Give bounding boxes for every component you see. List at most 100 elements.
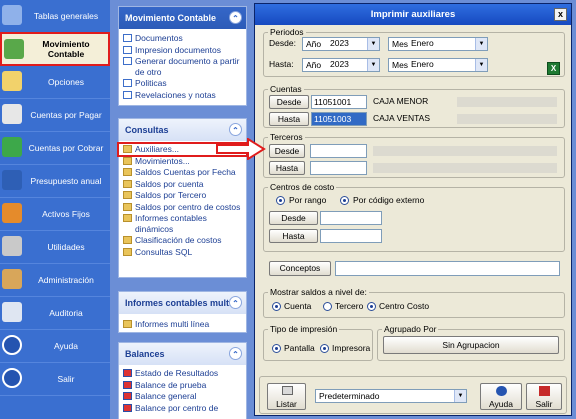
receivables-icon (2, 137, 22, 157)
collapse-icon[interactable]: ⌃ (229, 347, 242, 360)
sin-agrupacion-button[interactable]: Sin Agrupacion (383, 336, 559, 354)
movimiento-contable-box: Movimiento Contable ⌃ Documentos Impresi… (118, 6, 247, 106)
pantalla-radio[interactable] (272, 344, 281, 353)
terceros-desde-button[interactable]: Desde (269, 144, 305, 158)
exit-icon (2, 368, 22, 388)
terceros-hasta-button[interactable]: Hasta (269, 161, 305, 175)
link-clasificacion-costos[interactable]: Clasificación de costos (119, 235, 246, 246)
impresora-radio[interactable] (320, 344, 329, 353)
exit-icon (539, 386, 550, 396)
nav-item-cuentas-por-pagar[interactable]: Cuentas por Pagar (0, 99, 110, 132)
chevron-down-icon[interactable]: ▼ (367, 38, 379, 50)
nav-item-auditoria[interactable]: Auditoria (0, 297, 110, 330)
predeterminado-select[interactable]: Predeterminado ▼ (315, 389, 467, 403)
excel-icon[interactable]: X (547, 62, 560, 75)
conceptos-button[interactable]: Conceptos (269, 261, 331, 276)
nav-item-cuentas-por-cobrar[interactable]: Cuentas por Cobrar (0, 132, 110, 165)
chevron-down-icon[interactable]: ▼ (475, 38, 487, 50)
desde-ano-value[interactable]: 2023 ▼ (327, 38, 379, 50)
nav-item-movimiento-contable[interactable]: Movimiento Contable (0, 32, 110, 66)
cuentas-hasta-button[interactable]: Hasta (269, 112, 309, 126)
informes-box: Informes contables multi... ⌃ Informes m… (118, 291, 247, 333)
centro-costo-radio[interactable] (367, 302, 376, 311)
link-balance-general[interactable]: Balance general (119, 391, 246, 402)
centros-hasta-button[interactable]: Hasta (269, 229, 318, 243)
chevron-down-icon[interactable]: ▼ (475, 59, 487, 71)
link-informes-multi-linea[interactable]: Informes multi línea (119, 319, 246, 330)
cuentas-desde-name: CAJA MENOR (373, 96, 429, 106)
ayuda-button[interactable]: Ayuda (480, 383, 522, 410)
cuentas-desde-button[interactable]: Desde (269, 95, 309, 109)
utilities-icon (2, 236, 22, 256)
salir-button[interactable]: Salir (526, 383, 562, 410)
chart-icon (123, 392, 132, 400)
listar-button[interactable]: Listar (267, 383, 306, 410)
link-revelaciones[interactable]: Revelaciones y notas (119, 90, 246, 101)
document-icon (123, 34, 132, 42)
terceros-desde-input[interactable] (310, 144, 367, 158)
centros-hasta-input[interactable] (320, 229, 382, 243)
nav-item-opciones[interactable]: Opciones (0, 66, 110, 99)
chevron-down-icon[interactable]: ▼ (454, 390, 466, 402)
terceros-hasta-input[interactable] (310, 161, 367, 175)
por-codigo-radio[interactable] (340, 196, 349, 205)
folder-icon (123, 179, 132, 188)
tercero-radio[interactable] (323, 302, 332, 311)
link-politicas[interactable]: Politicas (119, 78, 246, 89)
document-icon (123, 57, 132, 65)
nav-item-activos-fijos[interactable]: Activos Fijos (0, 198, 110, 231)
nav-item-presupuesto-anual[interactable]: Presupuesto anual (0, 165, 110, 198)
collapse-icon[interactable]: ⌃ (229, 296, 242, 309)
collapse-icon[interactable]: ⌃ (229, 11, 242, 24)
close-icon[interactable]: x (554, 8, 567, 21)
folder-icon (123, 156, 132, 165)
cuentas-hasta-name: CAJA VENTAS (373, 113, 430, 123)
link-saldos-cuentas-fecha[interactable]: Saldos Cuentas por Fecha (119, 167, 246, 178)
dialog-title: Imprimir auxiliares (370, 9, 456, 20)
cuentas-desde-input[interactable]: 11051001 (311, 95, 367, 109)
payables-icon (2, 104, 22, 124)
nav-item-tablas-generales[interactable]: Tablas generales (0, 0, 110, 33)
centros-desde-input[interactable] (320, 211, 382, 225)
folder-icon (123, 214, 132, 222)
nav-item-salir[interactable]: Salir (0, 363, 110, 396)
link-estado-resultados[interactable]: Estado de Resultados (119, 368, 246, 379)
balances-header[interactable]: Balances ⌃ (119, 343, 246, 365)
link-balance-prueba[interactable]: Balance de prueba (119, 380, 246, 391)
link-documentos[interactable]: Documentos (119, 33, 246, 44)
link-saldos-centro-costos[interactable]: Saldos por centro de costos (119, 202, 246, 213)
cuenta-radio[interactable] (272, 302, 281, 311)
nav-item-utilidades[interactable]: Utilidades (0, 231, 110, 264)
nav-item-ayuda[interactable]: Ayuda (0, 330, 110, 363)
imprimir-auxiliares-dialog: Imprimir auxiliares x Periodos Desde: Añ… (254, 3, 572, 416)
link-saldos-por-tercero[interactable]: Saldos por Tercero (119, 190, 246, 201)
link-balance-centro[interactable]: Balance por centro de (119, 403, 246, 414)
link-informes-dinamicos[interactable]: Informes contables dinámicos (119, 213, 246, 234)
folder-icon (123, 145, 132, 153)
hasta-ano-value[interactable]: 2023 ▼ (327, 59, 379, 71)
chevron-down-icon[interactable]: ▼ (367, 59, 379, 71)
link-consultas-sql[interactable]: Consultas SQL (119, 247, 246, 258)
chart-icon (123, 403, 132, 412)
por-rango-radio[interactable] (276, 196, 285, 205)
options-icon (2, 71, 22, 91)
fixed-assets-icon (2, 203, 22, 223)
budget-icon (2, 170, 22, 190)
dialog-title-bar: Imprimir auxiliares x (255, 4, 571, 25)
collapse-icon[interactable]: ⌃ (229, 123, 242, 136)
centros-desde-button[interactable]: Desde (269, 211, 318, 225)
link-generar-documento[interactable]: Generar documento a partir de otro (119, 56, 246, 77)
link-impresion-documentos[interactable]: Impresion documentos (119, 45, 246, 56)
desde-mes-value[interactable]: Enero ▼ (408, 38, 487, 50)
conceptos-input[interactable] (335, 261, 560, 276)
balances-box: Balances ⌃ Estado de Resultados Balance … (118, 342, 247, 419)
printer-icon (282, 386, 293, 395)
link-saldos-por-cuenta[interactable]: Saldos por cuenta (119, 179, 246, 190)
movimiento-contable-header[interactable]: Movimiento Contable ⌃ (119, 7, 246, 29)
accounting-icon (4, 39, 24, 59)
hasta-mes-value[interactable]: Enero ▼ (408, 59, 487, 71)
cuentas-hasta-input[interactable]: 11051003 (311, 112, 367, 126)
task-panel: Movimiento Contable ⌃ Documentos Impresi… (110, 0, 252, 419)
nav-item-administracion[interactable]: Administración (0, 264, 110, 297)
informes-header[interactable]: Informes contables multi... ⌃ (119, 292, 246, 314)
